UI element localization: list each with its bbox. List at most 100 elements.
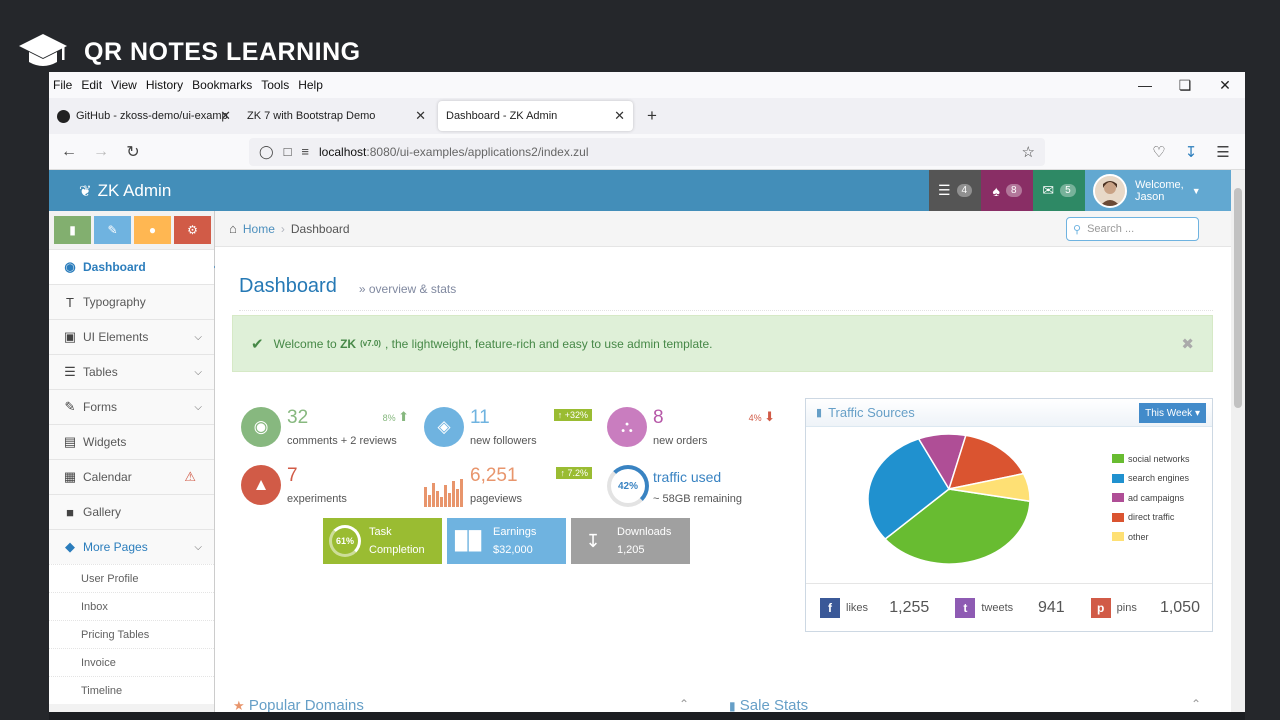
menu-view[interactable]: View — [111, 78, 137, 92]
tab-close-icon[interactable]: ✕ — [220, 108, 231, 124]
menu-history[interactable]: History — [146, 78, 183, 92]
close-alert-icon[interactable]: ✖ — [1181, 335, 1194, 353]
caret-down-icon: ▼ — [1191, 185, 1201, 196]
breadcrumb-separator: › — [280, 221, 285, 236]
sidebar-item-ui-elements[interactable]: ▣ UI Elements ⌵ — [49, 319, 214, 354]
welcome-label: Welcome, — [1135, 178, 1184, 191]
url-bar[interactable]: ◯ □ ≡ localhost :8080/ui-examples/applic… — [249, 137, 1045, 166]
sidebar-shortcuts: ▮ ✎ ● ⚙ — [49, 211, 214, 249]
reload-icon[interactable]: ↻ — [117, 142, 149, 162]
sidebar-item-gallery[interactable]: ■ Gallery — [49, 494, 214, 529]
menu-edit[interactable]: Edit — [81, 78, 102, 92]
app-menu-icon[interactable]: ☰ — [1207, 143, 1239, 161]
downloads-tile[interactable]: ↧ Downloads 1,205 — [571, 518, 690, 564]
chevron-down-icon: ⌵ — [194, 541, 202, 553]
github-icon — [57, 109, 70, 123]
page-scrollbar[interactable] — [1231, 170, 1245, 712]
infobox-value: traffic used — [653, 469, 722, 485]
shield-icon[interactable]: ◯ — [259, 144, 274, 160]
new-tab-icon[interactable]: + — [647, 106, 657, 126]
task-progress-ring: 61% — [329, 525, 361, 557]
menu-tools[interactable]: Tools — [261, 78, 289, 92]
close-window-icon[interactable]: ✕ — [1205, 74, 1245, 96]
sidebar-item-dashboard[interactable]: ◉ Dashboard — [49, 249, 223, 284]
channel-brand: QR NOTES LEARNING — [18, 32, 361, 72]
sidebar-item-label: Calendar — [83, 470, 132, 484]
twitter-stat: t tweets 941 — [941, 597, 1076, 618]
shortcut-settings-button[interactable]: ⚙ — [174, 216, 211, 244]
sidebar-item-more-pages[interactable]: ◆ More Pages ⌵ — [49, 529, 214, 564]
tab-dashboard[interactable]: Dashboard - ZK Admin ✕ — [438, 101, 633, 131]
collapse-chevron-up-icon[interactable]: ⌃ — [679, 697, 689, 711]
user-menu-button[interactable]: Welcome, Jason ▼ — [1085, 170, 1231, 211]
messages-button[interactable]: ✉ 5 — [1033, 170, 1085, 211]
infobox-label: comments + 2 reviews — [287, 435, 397, 447]
search-placeholder: Search ... — [1087, 223, 1135, 235]
notifications-button[interactable]: ♠ 8 — [981, 170, 1033, 211]
flask-icon: ▲ — [241, 465, 281, 505]
minimize-icon[interactable]: — — [1125, 74, 1165, 96]
avatar — [1093, 173, 1127, 208]
back-icon[interactable]: ← — [53, 143, 85, 161]
tab-zk7-bootstrap[interactable]: ZK 7 with Bootstrap Demo ✕ — [239, 101, 434, 131]
sidebar-subitem-user-profile[interactable]: User Profile — [49, 564, 214, 592]
header-actions: ☰ 4 ♠ 8 ✉ 5 Welcome, Jason ▼ — [929, 170, 1231, 211]
bell-icon: ♠ — [992, 182, 1000, 199]
widget-title: Traffic Sources — [828, 405, 915, 420]
tab-github[interactable]: GitHub - zkoss-demo/ui-examp ✕ — [49, 101, 239, 131]
menu-help[interactable]: Help — [298, 78, 323, 92]
forward-icon[interactable]: → — [85, 143, 117, 161]
infobox-comments: ◉ 32 comments + 2 reviews 8% ⬆ — [233, 401, 413, 457]
menu-bookmarks[interactable]: Bookmarks — [192, 78, 252, 92]
app-logo-text: ZK Admin — [97, 180, 172, 200]
sidebar-item-tables[interactable]: ☰ Tables ⌵ — [49, 354, 214, 389]
sidebar-subitem-timeline[interactable]: Timeline — [49, 676, 214, 704]
arrow-down-icon: ⬇ — [764, 409, 775, 424]
tab-close-icon[interactable]: ✕ — [415, 108, 426, 124]
sparkline-bars-icon — [424, 479, 464, 507]
infobox-badge: ↑ +32% — [553, 409, 592, 421]
period-dropdown-button[interactable]: This Week ▾ — [1139, 403, 1206, 423]
shortcut-stats-button[interactable]: ▮ — [54, 216, 91, 244]
search-input[interactable]: ⚲ Search ... — [1066, 217, 1199, 241]
legend-item: direct traffic — [1112, 508, 1190, 528]
alert-brand: ZK — [340, 336, 357, 351]
downloads-icon[interactable]: ↧ — [1175, 143, 1207, 161]
facebook-stat: f likes 1,255 — [806, 597, 941, 618]
app-logo[interactable]: ❦ ZK Admin — [79, 181, 171, 201]
infobox-label: new orders — [653, 435, 708, 447]
sale-stats-title: ▮ Sale Stats — [729, 697, 809, 712]
legend-item: ad campaigns — [1112, 488, 1190, 508]
menu-file[interactable]: File — [53, 78, 72, 92]
url-path: :8080/ui-examples/applications2/index.zu… — [366, 144, 589, 159]
scrollbar-thumb[interactable] — [1234, 188, 1242, 408]
sidebar-item-label: Tables — [83, 365, 118, 379]
sidebar-subitem-invoice[interactable]: Invoice — [49, 648, 214, 676]
sidebar-subitem-pricing-tables[interactable]: Pricing Tables — [49, 620, 214, 648]
sidebar-subitem-inbox[interactable]: Inbox — [49, 592, 214, 620]
restore-icon[interactable]: ❏ — [1165, 74, 1205, 96]
pencil-icon: ✎ — [107, 223, 118, 237]
infobox-traffic: 42% traffic used ~ 58GB remaining — [599, 459, 779, 515]
sidebar-item-widgets[interactable]: ▤ Widgets — [49, 424, 214, 459]
pocket-icon[interactable]: ♡ — [1143, 143, 1175, 161]
infobox-value: 32 — [287, 407, 309, 428]
page-header: Dashboard » overview & stats — [239, 263, 1213, 311]
bookmark-star-icon[interactable]: ☆ — [1022, 143, 1035, 161]
tasks-button[interactable]: ☰ 4 — [929, 170, 981, 211]
earnings-tile[interactable]: ▉▉ Earnings $32,000 — [447, 518, 566, 564]
sidebar-item-calendar[interactable]: ▦ Calendar ⚠ — [49, 459, 214, 494]
messages-count: 5 — [1060, 184, 1076, 197]
sidebar-item-typography[interactable]: T Typography — [49, 284, 214, 319]
collapse-chevron-up-icon[interactable]: ⌃ — [1191, 697, 1201, 711]
shortcut-users-button[interactable]: ● — [134, 216, 171, 244]
shortcut-edit-button[interactable]: ✎ — [94, 216, 131, 244]
sidebar-item-label: Gallery — [83, 505, 122, 519]
os-taskbar — [49, 712, 1245, 720]
breadcrumb-home-link[interactable]: Home — [243, 222, 275, 236]
permissions-icon[interactable]: ≡ — [301, 144, 309, 159]
sidebar-item-forms[interactable]: ✎ Forms ⌵ — [49, 389, 214, 424]
task-completion-tile[interactable]: 61% Task Completion — [323, 518, 442, 564]
notifications-count: 8 — [1005, 184, 1022, 197]
tab-close-icon[interactable]: ✕ — [614, 108, 625, 124]
